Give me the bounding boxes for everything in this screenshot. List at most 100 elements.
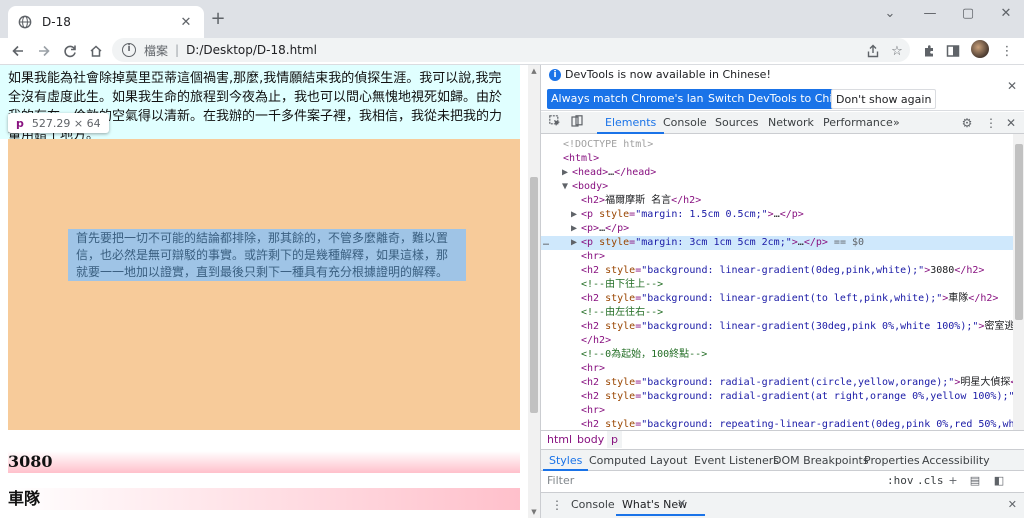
back-icon[interactable]: [8, 41, 28, 61]
page-scrollbar[interactable]: ▲ ▼: [528, 65, 540, 518]
tab-computed[interactable]: Computed: [589, 450, 646, 471]
dom-node-line[interactable]: <h2 style="background: linear-gradient(3…: [541, 320, 1013, 334]
styles-filter-input[interactable]: Filter: [547, 474, 574, 487]
tab-title: D-18: [42, 15, 71, 29]
home-icon[interactable]: [86, 41, 106, 61]
drawer-tab-close-icon[interactable]: ✕: [677, 497, 686, 510]
browser-toolbar: i 檔案 | D:/Desktop/D-18.html ☆ ⋮: [0, 38, 1024, 64]
browser-tab[interactable]: D-18 ✕: [8, 6, 204, 38]
dont-show-again-button[interactable]: Don't show again: [831, 89, 937, 109]
bookmark-star-icon[interactable]: ☆: [888, 42, 906, 60]
tab-network[interactable]: Network: [768, 112, 814, 134]
tab-event-listeners[interactable]: Event Listeners: [694, 450, 779, 471]
extensions-icon[interactable]: [920, 42, 938, 60]
page-paragraph-3-highlighted: 首先要把一切不可能的結論都排除，那其餘的，不管多麼離奇，難以置信，也必然是無可辯…: [68, 229, 466, 281]
profile-avatar[interactable]: [971, 40, 989, 58]
class-toggle[interactable]: .cls: [917, 474, 944, 487]
tab-console[interactable]: Console: [663, 112, 707, 134]
tab-properties[interactable]: Properties: [864, 450, 920, 471]
drawer-menu-icon[interactable]: ⋮: [551, 498, 563, 512]
dom-node-line[interactable]: <!--由下往上-->: [541, 278, 1013, 292]
dom-node-line[interactable]: ▶ <p style="margin: 1.5cm 0.5cm;">…</p>: [541, 208, 1013, 222]
dom-tree-scrollbar-thumb[interactable]: [1015, 144, 1023, 320]
more-tabs-icon[interactable]: »: [893, 112, 900, 134]
dom-node-line[interactable]: <html>: [541, 152, 1013, 166]
dom-node-line[interactable]: <!--由左往右-->: [541, 306, 1013, 320]
close-window-icon[interactable]: ✕: [996, 3, 1016, 23]
menu-kebab-icon[interactable]: ⋮: [998, 42, 1016, 60]
scroll-up-icon[interactable]: ▲: [530, 67, 538, 75]
page-heading-3080: 3080: [8, 451, 520, 473]
tooltip-dimensions: 527.29 × 64: [31, 116, 101, 130]
dom-node-line[interactable]: <h2 style="background: radial-gradient(a…: [541, 390, 1013, 404]
address-bar[interactable]: i 檔案 | D:/Desktop/D-18.html: [112, 38, 910, 62]
banner-close-icon[interactable]: ✕: [1007, 79, 1017, 93]
scroll-down-icon[interactable]: ▼: [530, 508, 538, 516]
tab-layout[interactable]: Layout: [650, 450, 687, 471]
tab-sources[interactable]: Sources: [715, 112, 759, 134]
page-viewport: 如果我能為社會除掉莫里亞蒂這個禍害,那麼,我情願結束我的偵探生涯。我可以說,我完…: [0, 65, 528, 518]
dom-node-line[interactable]: <h2>福爾摩斯 名言</h2>: [541, 194, 1013, 208]
tab-search-icon[interactable]: ⌄: [880, 3, 900, 23]
tab-performance[interactable]: Performance: [823, 112, 893, 134]
dom-node-line[interactable]: <!--0為起始，100終點-->: [541, 348, 1013, 362]
dom-node-line[interactable]: <h2 style="background: linear-gradient(t…: [541, 292, 1013, 306]
dom-node-line[interactable]: ▶ <head>…</head>: [541, 166, 1013, 180]
tab-strip: D-18 ✕ + ⌄ — ▢ ✕: [0, 0, 1024, 38]
drawer-tab-console[interactable]: Console: [571, 498, 615, 511]
devtools-close-icon[interactable]: ✕: [1003, 115, 1019, 131]
tab-dom-breakpoints[interactable]: DOM Breakpoints: [773, 450, 869, 471]
elements-dom-tree[interactable]: <!DOCTYPE html> <html> ▶ <head>…</head> ▼ <bo…: [541, 134, 1013, 430]
settings-gear-icon[interactable]: ⚙: [959, 115, 975, 131]
styles-pane-tabs: Styles Computed Layout Event Listeners D…: [541, 449, 1024, 471]
devtools-panel: i DevTools is now available in Chinese! …: [540, 65, 1024, 518]
dom-node-line[interactable]: <hr>: [541, 404, 1013, 418]
minimize-icon[interactable]: —: [920, 3, 940, 23]
inspect-element-icon[interactable]: [547, 115, 563, 131]
breadcrumb-body[interactable]: body: [577, 431, 604, 448]
reload-icon[interactable]: [60, 41, 80, 61]
tab-styles[interactable]: Styles: [542, 450, 589, 471]
styles-filter-bar: Filter :hov .cls + ▤ ◧: [541, 471, 1024, 493]
forward-icon[interactable]: [34, 41, 54, 61]
breadcrumb-p[interactable]: p: [607, 431, 622, 448]
tab-close-icon[interactable]: ✕: [178, 14, 194, 30]
side-panel-icon[interactable]: [944, 42, 962, 60]
devtools-menu-icon[interactable]: ⋮: [983, 115, 999, 131]
tab-accessibility[interactable]: Accessibility: [922, 450, 990, 471]
new-tab-icon[interactable]: +: [210, 10, 226, 28]
maximize-icon[interactable]: ▢: [958, 3, 978, 23]
dom-node-line[interactable]: <h2 style="background: linear-gradient(0…: [541, 264, 1013, 278]
dom-node-line[interactable]: … ▶ <p style="margin: 3cm 1cm 5cm 2cm;">…<…: [541, 236, 1013, 250]
page-scrollbar-thumb[interactable]: [530, 177, 538, 413]
dom-node-line[interactable]: <h2 style="background: radial-gradient(c…: [541, 376, 1013, 390]
hover-state-toggle[interactable]: :hov: [887, 474, 914, 487]
dom-node-line[interactable]: ▼ <body>: [541, 180, 1013, 194]
dom-node-line[interactable]: ▶ <p>…</p>: [541, 222, 1013, 236]
dom-node-line[interactable]: <hr>: [541, 250, 1013, 264]
devtools-tab-bar: Elements Console Sources Network Perform…: [541, 112, 1024, 134]
url-text: D:/Desktop/D-18.html: [186, 43, 317, 57]
site-info-icon[interactable]: i: [122, 43, 136, 57]
computed-sidebar-icon[interactable]: ◧: [992, 474, 1006, 488]
dom-node-line[interactable]: <!DOCTYPE html>: [541, 138, 1013, 152]
dom-node-line[interactable]: </h2>: [541, 334, 1013, 348]
dom-node-line[interactable]: <h2 style="background: repeating-linear-…: [541, 418, 1013, 430]
breadcrumb: html body p: [541, 430, 1024, 448]
element-state-icon[interactable]: ▤: [968, 474, 982, 488]
tooltip-tag: p: [16, 116, 24, 130]
url-separator: |: [175, 43, 180, 57]
url-scheme: 檔案: [144, 43, 169, 58]
inspect-tooltip: p 527.29 × 64: [8, 113, 109, 133]
dom-node-line[interactable]: <hr>: [541, 362, 1013, 376]
new-style-rule-icon[interactable]: +: [946, 474, 960, 488]
devtools-drawer: ⋮ Console What's New ✕ ✕: [541, 493, 1024, 518]
tab-elements[interactable]: Elements: [596, 112, 665, 134]
breadcrumb-html[interactable]: html: [547, 431, 572, 448]
drawer-close-icon[interactable]: ✕: [1008, 498, 1017, 511]
share-icon[interactable]: [864, 42, 882, 60]
dom-tree-scrollbar[interactable]: [1013, 134, 1024, 430]
devtools-language-banner: i DevTools is now available in Chinese! …: [541, 65, 1024, 111]
page-paragraph-2-margin-box: 首先要把一切不可能的結論都排除，那其餘的，不管多麼離奇，難以置信，也必然是無可辯…: [8, 139, 520, 430]
device-toolbar-icon[interactable]: [569, 115, 585, 131]
